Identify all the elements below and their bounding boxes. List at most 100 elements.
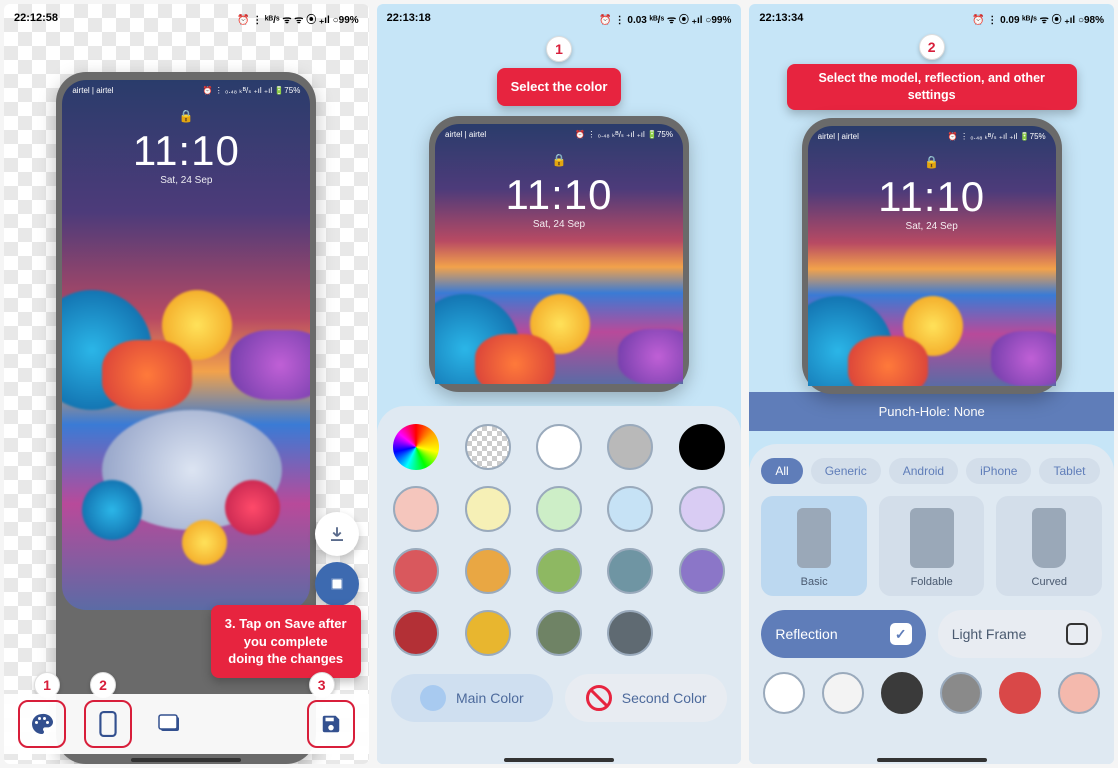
checkbox-off-icon bbox=[1066, 623, 1088, 645]
model-shape-icon bbox=[797, 508, 831, 568]
swatch[interactable] bbox=[679, 548, 725, 594]
swatch[interactable] bbox=[465, 548, 511, 594]
swatch[interactable] bbox=[536, 548, 582, 594]
clock-date: Sat, 24 Sep bbox=[435, 219, 683, 230]
model-list: Basic Foldable Curved bbox=[761, 496, 1102, 596]
color-grid bbox=[391, 424, 728, 656]
swatch[interactable] bbox=[393, 610, 439, 656]
badge-2: 2 bbox=[919, 34, 945, 60]
callout-color: Select the color bbox=[497, 68, 622, 106]
model-shape-icon bbox=[1032, 508, 1066, 568]
phone-mockup: airtel | airtel ⏰ ⋮ ₀.₄₈ ₖᴮ/ₛ ₊ıl ₊ıl 🔋7… bbox=[802, 118, 1062, 394]
save-button-float[interactable] bbox=[315, 562, 359, 606]
status-indicators: ⏰ ⋮ ᵏᴮ/ˢ ᯤ ᯤ ⦿ ₊ıl ○99% bbox=[237, 11, 359, 26]
swatch-gray[interactable] bbox=[607, 424, 653, 470]
panel-editor: 22:12:58 ⏰ ⋮ ᵏᴮ/ˢ ᯤ ᯤ ⦿ ₊ıl ○99% airtel … bbox=[4, 4, 369, 764]
carrier-label: airtel | airtel bbox=[445, 130, 486, 139]
model-sheet: All Generic Android iPhone Tablet Basic … bbox=[749, 444, 1114, 764]
model-foldable[interactable]: Foldable bbox=[879, 496, 985, 596]
nav-handle bbox=[877, 758, 987, 762]
status-bar: 22:13:18 ⏰ ⋮ 0.03 ᵏᴮ/ˢ ᯤ ⦿ ₊ıl ○99% bbox=[377, 4, 742, 32]
phone-status-right: ⏰ ⋮ ₀.₄₈ ₖᴮ/ₛ ₊ıl ₊ıl 🔋75% bbox=[203, 86, 301, 95]
swatch[interactable] bbox=[679, 486, 725, 532]
chip-iphone[interactable]: iPhone bbox=[966, 458, 1031, 484]
status-bar: 22:13:34 ⏰ ⋮ 0.09 ᵏᴮ/ˢ ᯤ ⦿ ₊ıl ○98% bbox=[749, 4, 1114, 32]
gallery-button[interactable] bbox=[150, 704, 190, 744]
swatch-white[interactable] bbox=[536, 424, 582, 470]
reflection-label: Reflection bbox=[775, 626, 837, 642]
frame-swatch[interactable] bbox=[940, 672, 982, 714]
panel-color: 22:13:18 ⏰ ⋮ 0.03 ᵏᴮ/ˢ ᯤ ⦿ ₊ıl ○99% 1 Se… bbox=[377, 4, 742, 764]
swatch[interactable] bbox=[607, 486, 653, 532]
model-basic[interactable]: Basic bbox=[761, 496, 867, 596]
frame-button[interactable] bbox=[88, 704, 128, 744]
clock-date: Sat, 24 Sep bbox=[62, 175, 310, 186]
badge-1: 1 bbox=[546, 36, 572, 62]
carrier-label: airtel | airtel bbox=[72, 86, 113, 95]
frame-swatch[interactable] bbox=[763, 672, 805, 714]
download-button[interactable] bbox=[315, 512, 359, 556]
callout-save: 3. Tap on Save after you complete doing … bbox=[211, 605, 361, 678]
model-label: Foldable bbox=[911, 576, 953, 588]
category-chips: All Generic Android iPhone Tablet bbox=[761, 458, 1102, 484]
punch-hole-label[interactable]: Punch-Hole: None bbox=[749, 392, 1114, 431]
reflection-toggle[interactable]: Reflection ✓ bbox=[761, 610, 925, 658]
swatch[interactable] bbox=[465, 610, 511, 656]
lightframe-label: Light Frame bbox=[952, 626, 1027, 642]
main-color-dot bbox=[420, 685, 446, 711]
clock-date: Sat, 24 Sep bbox=[808, 221, 1056, 232]
lock-icon: 🔒 bbox=[62, 109, 310, 123]
frame-color-row bbox=[761, 672, 1102, 714]
swatch[interactable] bbox=[465, 486, 511, 532]
no-icon bbox=[586, 685, 612, 711]
model-curved[interactable]: Curved bbox=[996, 496, 1102, 596]
swatch[interactable] bbox=[607, 610, 653, 656]
swatch[interactable] bbox=[536, 486, 582, 532]
frame-swatch[interactable] bbox=[822, 672, 864, 714]
clock: 11:10 bbox=[62, 127, 310, 175]
checkbox-on-icon: ✓ bbox=[890, 623, 912, 645]
status-time: 22:12:58 bbox=[14, 12, 58, 24]
editor-toolbar bbox=[4, 694, 369, 754]
frame-swatch[interactable] bbox=[1058, 672, 1100, 714]
save-button[interactable] bbox=[311, 704, 351, 744]
swatch[interactable] bbox=[607, 548, 653, 594]
color-sheet: Main Color Second Color bbox=[377, 406, 742, 764]
model-label: Basic bbox=[801, 576, 828, 588]
swatch[interactable] bbox=[393, 548, 439, 594]
swatch[interactable] bbox=[393, 486, 439, 532]
status-bar: 22:12:58 ⏰ ⋮ ᵏᴮ/ˢ ᯤ ᯤ ⦿ ₊ıl ○99% bbox=[4, 4, 369, 32]
palette-button[interactable] bbox=[22, 704, 62, 744]
chip-generic[interactable]: Generic bbox=[811, 458, 881, 484]
callout-model: Select the model, reflection, and other … bbox=[787, 64, 1077, 110]
model-label: Curved bbox=[1032, 576, 1067, 588]
toggle-row: Reflection ✓ Light Frame bbox=[761, 610, 1102, 658]
swatch-black[interactable] bbox=[679, 424, 725, 470]
main-color-button[interactable]: Main Color bbox=[391, 674, 553, 722]
chip-tablet[interactable]: Tablet bbox=[1039, 458, 1099, 484]
clock: 11:10 bbox=[435, 171, 683, 219]
nav-handle bbox=[131, 758, 241, 762]
status-time: 22:13:18 bbox=[387, 12, 431, 24]
lightframe-toggle[interactable]: Light Frame bbox=[938, 610, 1102, 658]
clock: 11:10 bbox=[808, 173, 1056, 221]
lock-icon: 🔒 bbox=[808, 155, 1056, 169]
second-color-button[interactable]: Second Color bbox=[565, 674, 727, 722]
frame-swatch[interactable] bbox=[881, 672, 923, 714]
phone-status-right: ⏰ ⋮ ₀.₄₈ ₖᴮ/ₛ ₊ıl ₊ıl 🔋75% bbox=[575, 130, 673, 139]
second-color-label: Second Color bbox=[622, 690, 707, 706]
frame-swatch[interactable] bbox=[999, 672, 1041, 714]
lock-icon: 🔒 bbox=[435, 153, 683, 167]
swatch[interactable] bbox=[536, 610, 582, 656]
panel-model: 22:13:34 ⏰ ⋮ 0.09 ᵏᴮ/ˢ ᯤ ⦿ ₊ıl ○98% 2 Se… bbox=[749, 4, 1114, 764]
status-time: 22:13:34 bbox=[759, 12, 803, 24]
swatch-transparent[interactable] bbox=[465, 424, 511, 470]
main-color-label: Main Color bbox=[456, 690, 524, 706]
status-indicators: ⏰ ⋮ 0.03 ᵏᴮ/ˢ ᯤ ⦿ ₊ıl ○99% bbox=[599, 11, 731, 26]
chip-all[interactable]: All bbox=[761, 458, 802, 484]
status-indicators: ⏰ ⋮ 0.09 ᵏᴮ/ˢ ᯤ ⦿ ₊ıl ○98% bbox=[972, 11, 1104, 26]
swatch-rainbow[interactable] bbox=[393, 424, 439, 470]
nav-handle bbox=[504, 758, 614, 762]
chip-android[interactable]: Android bbox=[889, 458, 958, 484]
color-mode-row: Main Color Second Color bbox=[391, 674, 728, 722]
